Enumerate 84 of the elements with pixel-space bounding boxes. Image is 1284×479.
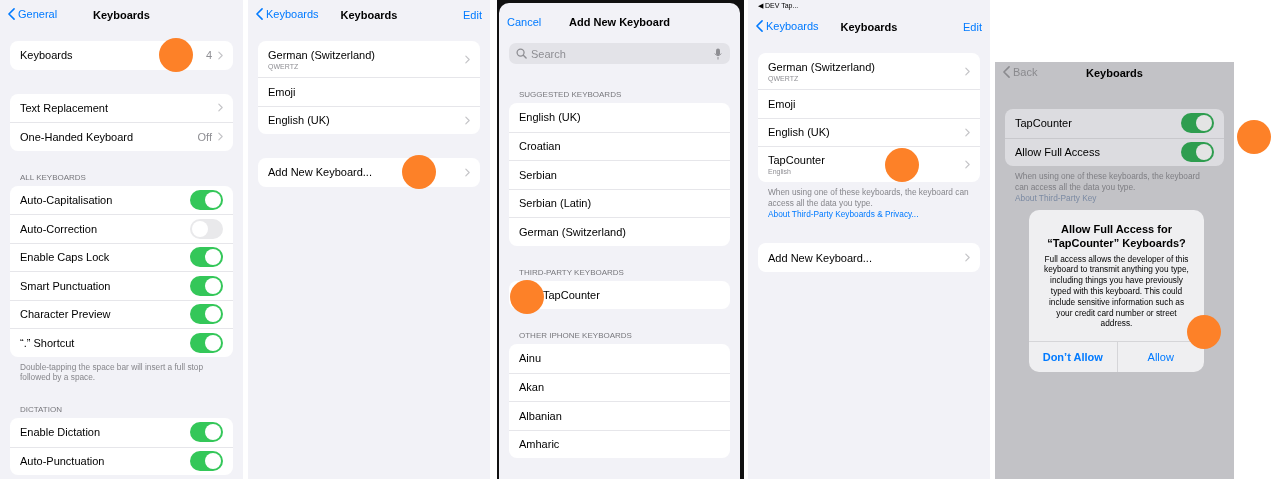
row-label[interactable]: German (Switzerland) [768, 60, 965, 73]
section-header: THIRD-PARTY KEYBOARDS [518, 267, 625, 279]
chevron-left-icon [256, 8, 263, 20]
alert-button[interactable]: Don’t Allow [1029, 342, 1117, 373]
chevron-icon [218, 132, 223, 142]
row-label[interactable]: German (Switzerland) [268, 48, 465, 61]
footer-note: When using one of these keyboards, the keyboard can access all the data you type. About Third-Party Keyboards & Privacy... [767, 186, 970, 220]
footer-note: Double-tapping the space bar will insert a full stop followed by a space. [19, 360, 205, 384]
row-label[interactable]: Serbian (Latin) [519, 197, 720, 210]
row-label: Character Preview [20, 308, 112, 321]
chevron-icon [965, 66, 970, 76]
alert-title: Allow Full Access for “TapCounter” Keyboards? [1046, 222, 1187, 252]
privacy-link[interactable]: About Third-Party Keyboards & Privacy... [768, 208, 919, 219]
row-label[interactable]: Ainu [519, 352, 720, 365]
edit-button[interactable]: Edit [963, 21, 982, 33]
chevron-icon [218, 103, 223, 113]
row-label: Auto-Punctuation [20, 455, 106, 468]
row-label: Auto-Capitalisation [20, 193, 114, 206]
chevron-icon [465, 115, 470, 125]
touch-indicator [1237, 120, 1271, 154]
row-label[interactable]: Serbian [519, 168, 720, 181]
section-header: ALL KEYBOARDS [19, 172, 87, 184]
row-label[interactable]: Emoji [268, 85, 470, 98]
microphone-icon[interactable] [714, 47, 722, 60]
row-label: TapCounter [1015, 117, 1073, 130]
row-value: 4 [205, 49, 212, 62]
back-button[interactable]: Keyboards [256, 8, 319, 20]
section-header: SUGGESTED KEYBOARDS [518, 90, 623, 101]
chevron-icon [965, 253, 970, 263]
chevron-icon [965, 160, 970, 169]
row-label[interactable]: English (UK) [519, 111, 720, 124]
chevron-icon [965, 127, 970, 137]
chevron-left-icon [8, 8, 15, 20]
toggle-switch[interactable] [190, 275, 223, 296]
toggle-switch[interactable] [190, 332, 223, 353]
row-label: Allow Full Access [1015, 146, 1101, 159]
row-value: Off [197, 130, 212, 143]
row-label[interactable]: Add New Keyboard... [268, 166, 465, 179]
alert-message: Full access allows the developer of this keyboard to transmit anything you type, including things you have previously typed with this keyboard. This could include sensitive information such as your credit card number or street address. [1043, 253, 1190, 331]
row-label[interactable]: Albanian [519, 409, 720, 422]
edit-button[interactable]: Edit [463, 9, 482, 21]
nav-title: Keyboards [840, 21, 898, 33]
row-label: Enable Caps Lock [20, 251, 111, 264]
chevron-icon [218, 50, 223, 60]
cancel-button[interactable]: Cancel [507, 16, 542, 28]
nav-title: Keyboards [1086, 67, 1143, 79]
nav-title: Add New Keyboard [569, 16, 670, 28]
row-label[interactable]: Emoji [768, 97, 970, 110]
search-input[interactable]: Search [531, 47, 710, 60]
section-header: OTHER IPHONE KEYBOARDS [518, 331, 633, 342]
row-label[interactable]: Text Replacement [20, 101, 218, 114]
row-label: Enable Dictation [20, 426, 102, 439]
row-label[interactable]: English (UK) [768, 126, 965, 139]
row-label[interactable]: TapCounter [543, 288, 720, 301]
toggle-switch[interactable] [190, 422, 223, 443]
back-button[interactable]: General [8, 8, 58, 20]
toggle-switch[interactable] [190, 451, 223, 472]
row-label: Smart Punctuation [20, 279, 112, 292]
toggle-switch[interactable] [190, 304, 223, 325]
row-label[interactable]: Akan [519, 381, 720, 394]
row-label[interactable]: Keyboards [20, 49, 206, 62]
row-label[interactable]: Croatian [519, 140, 720, 153]
row-label[interactable]: TapCounter [768, 154, 965, 166]
back-button[interactable]: Keyboards [756, 20, 819, 32]
row-label[interactable]: Add New Keyboard... [768, 251, 965, 264]
row-label[interactable]: English (UK) [268, 114, 465, 127]
search-field[interactable]: Search [509, 43, 730, 64]
nav-title: Keyboards [340, 9, 398, 21]
row-label: Auto-Correction [20, 222, 99, 235]
chevron-left-icon [1003, 66, 1010, 78]
row-label[interactable]: German (Switzerland) [519, 225, 720, 238]
search-icon [516, 48, 527, 59]
toggle-switch[interactable] [190, 247, 223, 268]
nav-title: Keyboards [93, 9, 150, 21]
toggle-switch[interactable] [1181, 142, 1214, 163]
row-label[interactable]: One-Handed Keyboard [20, 130, 198, 143]
row-label: “.” Shortcut [20, 336, 76, 349]
section-header: DICTATION [19, 405, 63, 417]
row-label[interactable]: Amharic [519, 438, 720, 451]
chevron-icon [465, 54, 470, 64]
toggle-switch[interactable] [1181, 113, 1214, 134]
chevron-left-icon [756, 20, 763, 32]
toggle-switch[interactable] [190, 189, 223, 210]
chevron-icon [465, 167, 470, 177]
